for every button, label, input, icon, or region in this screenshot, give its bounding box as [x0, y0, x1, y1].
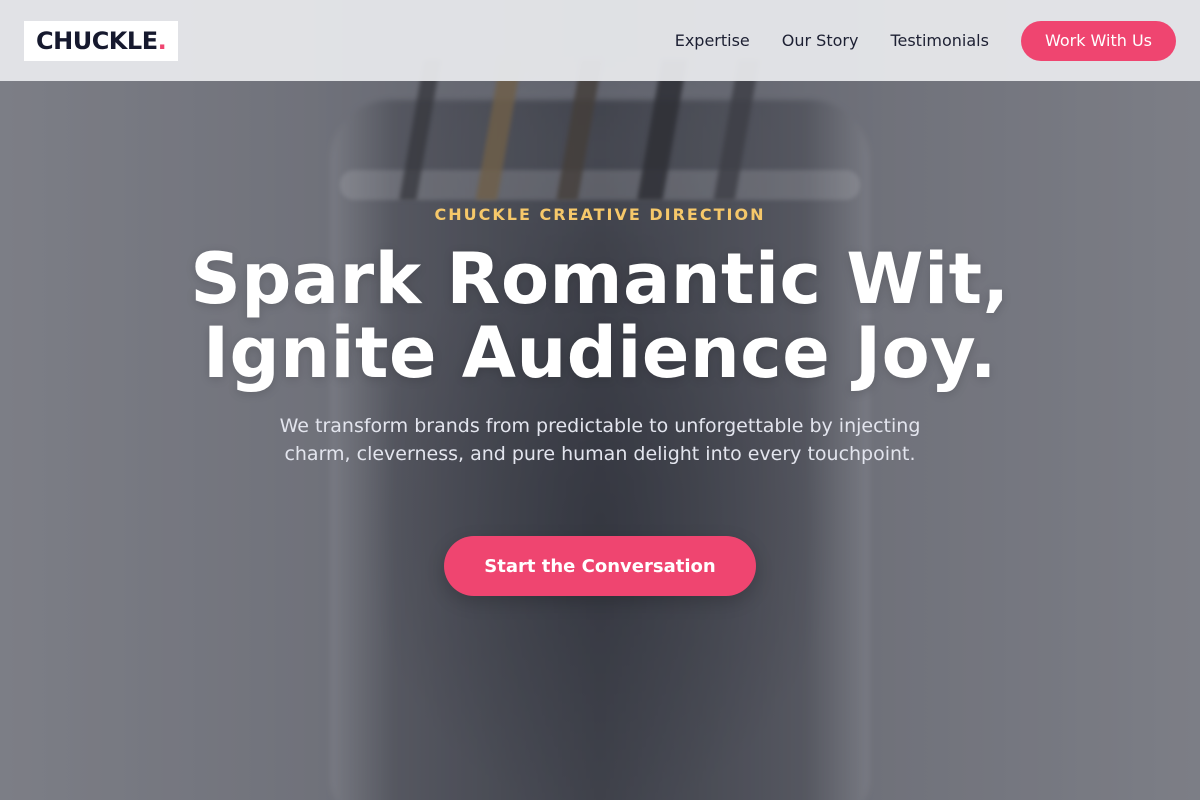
nav-link-expertise[interactable]: Expertise: [675, 31, 750, 50]
start-conversation-button[interactable]: Start the Conversation: [444, 536, 756, 596]
hero-subtext: We transform brands from predictable to …: [279, 415, 921, 465]
logo[interactable]: CHUCKLE.: [24, 20, 179, 61]
nav-link-testimonials[interactable]: Testimonials: [890, 31, 989, 50]
work-with-us-button[interactable]: Work With Us: [1020, 20, 1176, 61]
hero-headline: Spark Romantic Wit, Ignite Audience Joy.: [0, 242, 1200, 390]
main-nav: Expertise Our Story Testimonials Work Wi…: [643, 20, 1176, 61]
hero-headline-line-2: Ignite Audience Joy.: [203, 312, 997, 394]
logo-dot: .: [157, 26, 167, 55]
hero-headline-line-1: Spark Romantic Wit,: [190, 238, 1010, 320]
site-header: CHUCKLE. Expertise Our Story Testimonial…: [0, 0, 1200, 81]
hero-eyebrow: CHUCKLE CREATIVE DIRECTION: [434, 205, 766, 224]
logo-text: CHUCKLE: [36, 26, 158, 55]
nav-link-our-story[interactable]: Our Story: [782, 31, 859, 50]
hero-section: CHUCKLE CREATIVE DIRECTION Spark Romanti…: [0, 0, 1200, 800]
